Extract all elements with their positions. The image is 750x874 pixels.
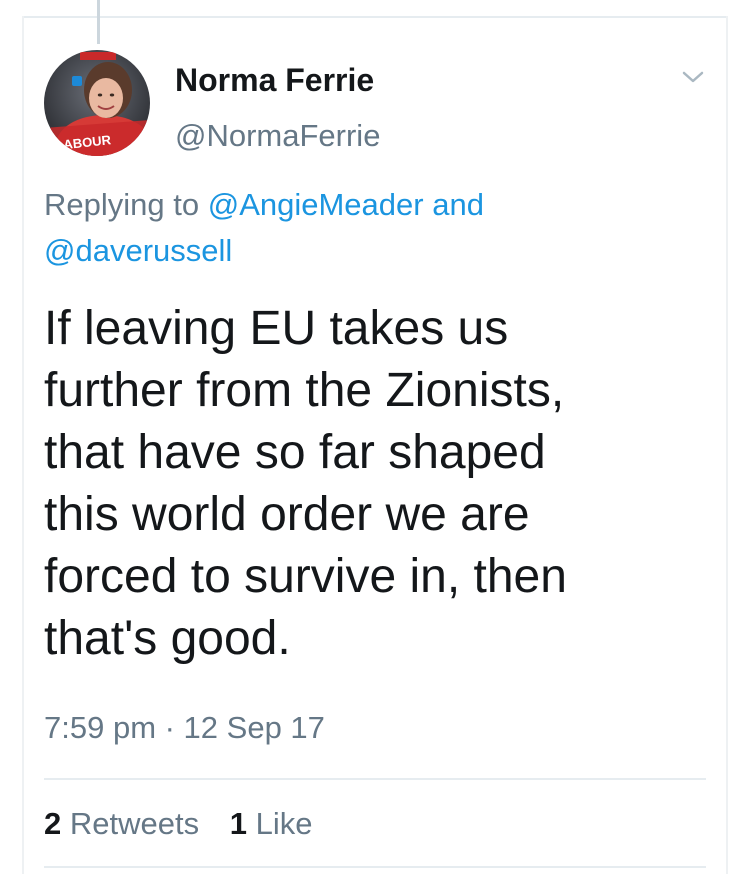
card-left-border	[22, 16, 24, 874]
tweet-stats: 2 Retweets 1 Like	[44, 804, 334, 844]
like-count: 1	[229, 806, 247, 841]
bottom-divider	[44, 866, 706, 868]
avatar[interactable]: LABOUR	[44, 50, 150, 156]
reply-mention-angiemeader[interactable]: @AngieMeader	[208, 187, 424, 222]
tweet-header: Norma Ferrie @NormaFerrie	[175, 60, 380, 156]
divider	[44, 778, 706, 780]
tweet-timestamp[interactable]: 7:59 pm · 12 Sep 17	[44, 708, 325, 748]
reply-prefix: Replying to	[44, 187, 200, 222]
retweets-stat[interactable]: 2 Retweets	[44, 806, 199, 841]
thread-connector-line	[97, 0, 100, 44]
reply-joiner: and	[432, 187, 484, 222]
top-border	[22, 16, 728, 18]
reply-context: Replying to @AngieMeader and @daverussel…	[44, 182, 694, 274]
user-handle[interactable]: @NormaFerrie	[175, 116, 380, 156]
reply-mention-daverussell[interactable]: @daverussell	[44, 233, 232, 268]
tweet-text: If leaving EU takes us further from the …	[44, 302, 567, 665]
retweet-count: 2	[44, 806, 62, 841]
like-label: Like	[255, 806, 313, 841]
chevron-down-icon[interactable]	[680, 66, 706, 88]
retweet-label: Retweets	[69, 806, 200, 841]
card-right-border	[726, 16, 728, 874]
display-name[interactable]: Norma Ferrie	[175, 60, 380, 100]
avatar-image: LABOUR	[44, 50, 150, 156]
tweet-card: LABOUR Norma Ferrie @NormaFerrie Replyin…	[0, 0, 750, 874]
likes-stat[interactable]: 1 Like	[230, 806, 313, 841]
